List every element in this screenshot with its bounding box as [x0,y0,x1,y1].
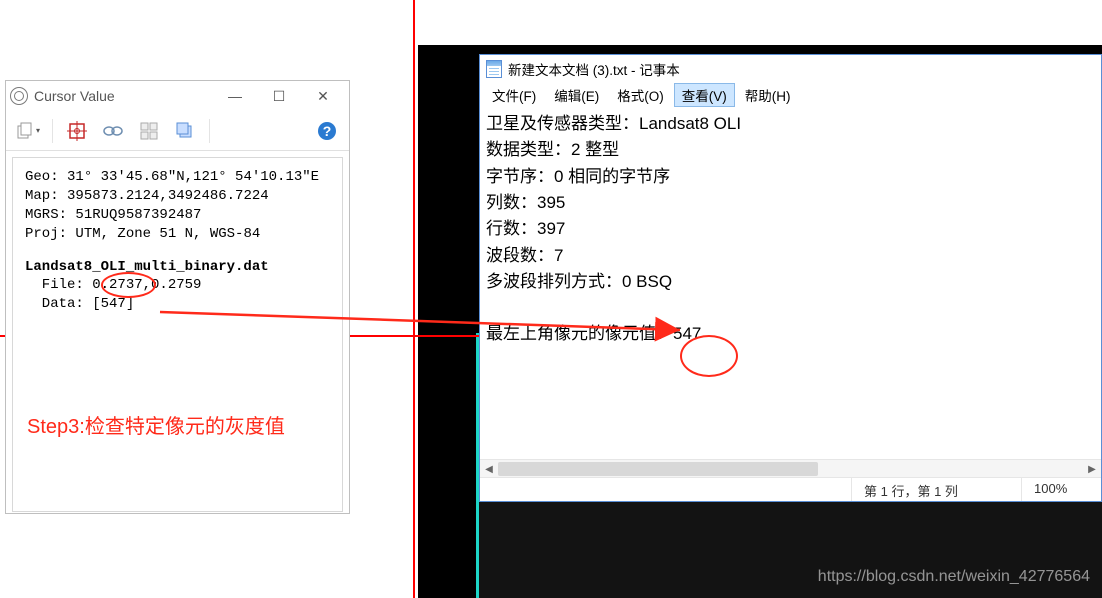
cursor-value-body: Geo: 31° 33′45.68″N,121° 54′10.13″E Map:… [12,157,343,512]
text-line: 卫星及传感器类型：Landsat8 OLI [486,111,1095,137]
data-value: [547] [92,296,134,312]
file-row: File: 0.2737,0.2759 [25,276,330,295]
window-titlebar[interactable]: Cursor Value — ☐ ✕ [6,81,349,111]
map-value: 395873.2124,3492486.7224 [67,188,269,204]
pixel-grid-icon [140,122,158,140]
cascade-windows-button[interactable] [171,118,199,144]
text-line: 多波段排列方式：0 BSQ [486,269,1095,295]
dataset-name: Landsat8_OLI_multi_binary.dat [25,258,330,277]
scroll-left-button[interactable]: ◀ [480,460,498,478]
menu-help[interactable]: 帮助(H) [737,83,799,107]
status-zoom: 100% [1021,478,1101,501]
scroll-right-button[interactable]: ▶ [1083,460,1101,478]
toolbar-separator [209,119,210,143]
minimize-button[interactable]: — [213,82,257,110]
step3-annotation: Step3:检查特定像元的灰度值 [27,414,285,441]
crosshair-tool-button[interactable] [63,118,91,144]
copy-icon [16,122,34,140]
menu-file[interactable]: 文件(F) [484,83,544,107]
horizontal-scrollbar[interactable]: ◀ ▶ [480,459,1101,477]
help-icon: ? [317,121,337,141]
text-line: 数据类型：2 整型 [486,137,1095,163]
scrollbar-thumb[interactable] [498,462,818,476]
map-row: Map: 395873.2124,3492486.7224 [25,187,330,206]
cursor-value-window: Cursor Value — ☐ ✕ ▾ ? Geo: 31° 33′45.68… [5,80,350,514]
text-line: 行数：397 [486,216,1095,242]
data-row: Data: [547] [25,295,330,314]
window-titlebar[interactable]: 新建文本文档 (3).txt - 记事本 [480,55,1101,83]
link-icon [102,124,124,138]
menu-bar: 文件(F) 编辑(E) 格式(O) 查看(V) 帮助(H) [480,83,1101,107]
toolbar-separator [52,119,53,143]
crosshair-vertical [413,0,415,598]
geo-value: 31° 33′45.68″N,121° 54′10.13″E [67,169,319,185]
text-line: 最左上角像元的像元值：547 [486,321,1095,347]
close-button[interactable]: ✕ [301,82,345,110]
crosshair-icon [67,121,87,141]
copy-button[interactable]: ▾ [14,118,42,144]
text-line: 波段数：7 [486,243,1095,269]
annotation-circle-cursor [101,272,156,298]
notepad-icon [486,60,502,78]
cascade-icon [176,122,194,140]
mgrs-value: 51RUQ9587392487 [75,207,201,223]
proj-value: UTM, Zone 51 N, WGS-84 [75,226,260,242]
proj-row: Proj: UTM, Zone 51 N, WGS-84 [25,225,330,244]
geo-row: Geo: 31° 33′45.68″N,121° 54′10.13″E [25,168,330,187]
app-icon [10,87,28,105]
svg-text:?: ? [323,123,332,139]
menu-format[interactable]: 格式(O) [609,83,672,107]
pixel-grid-button[interactable] [135,118,163,144]
status-position: 第 1 行，第 1 列 [851,478,1021,501]
toolbar: ▾ ? [6,111,349,151]
watermark: https://blog.csdn.net/weixin_42776564 [818,568,1090,586]
menu-edit[interactable]: 编辑(E) [546,83,607,107]
notepad-text-area[interactable]: 卫星及传感器类型：Landsat8 OLI 数据类型：2 整型 字节序：0 相同… [480,107,1101,459]
dropdown-caret-icon: ▾ [36,126,40,135]
notepad-window: 新建文本文档 (3).txt - 记事本 文件(F) 编辑(E) 格式(O) 查… [479,54,1102,502]
annotation-circle-notepad [680,335,738,377]
link-tool-button[interactable] [99,118,127,144]
status-bar: 第 1 行，第 1 列 100% [480,477,1101,501]
menu-view[interactable]: 查看(V) [674,83,735,107]
text-line: 字节序：0 相同的字节序 [486,164,1095,190]
help-button[interactable]: ? [313,118,341,144]
maximize-button[interactable]: ☐ [257,82,301,110]
mgrs-row: MGRS: 51RUQ9587392487 [25,206,330,225]
text-line: 列数：395 [486,190,1095,216]
window-title: 新建文本文档 (3).txt - 记事本 [508,59,680,79]
window-title: Cursor Value [34,88,115,104]
